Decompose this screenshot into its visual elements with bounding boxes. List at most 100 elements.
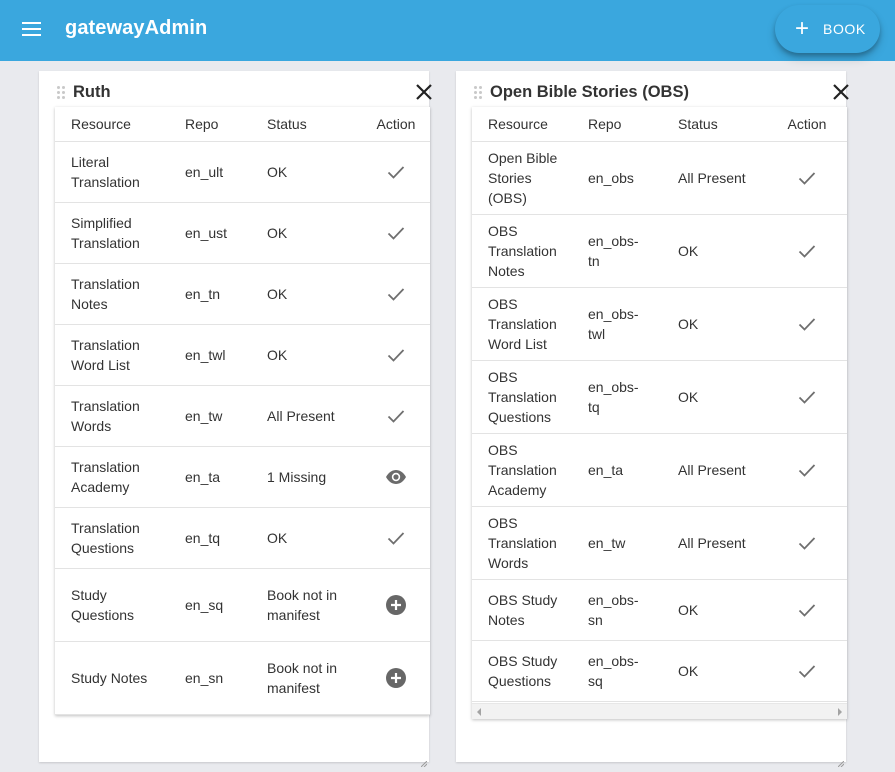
repo-cell: en_ult — [185, 141, 267, 203]
repo-cell: en_tn — [185, 263, 267, 325]
plus-circle-icon[interactable] — [385, 594, 407, 616]
resource-cell: Study Notes — [55, 641, 185, 715]
status-cell: All Present — [678, 141, 767, 215]
resource-cell: OBS Translation Word List — [472, 287, 588, 361]
table-row: Simplified Translation en_ust OK — [55, 202, 430, 264]
repo-cell: en_tq — [185, 507, 267, 569]
status-cell: OK — [678, 579, 767, 641]
repo-cell: en_obs-sq — [588, 640, 678, 702]
repo-cell: en_obs — [588, 141, 678, 215]
resource-cell: Literal Translation — [55, 141, 185, 203]
table-row: OBS Study Questions en_obs-sq OK — [472, 640, 847, 702]
resource-cell: Translation Notes — [55, 263, 185, 325]
status-cell: OK — [267, 324, 362, 386]
resource-table: Resource Repo Status Action Literal Tran… — [55, 107, 430, 715]
table-row: OBS Translation Notes en_obs-tn OK — [472, 214, 847, 288]
check-icon[interactable] — [796, 459, 818, 481]
horizontal-scrollbar[interactable] — [472, 703, 847, 719]
check-icon[interactable] — [385, 527, 407, 549]
repo-cell: en_obs-tq — [588, 360, 678, 434]
action-cell — [362, 202, 430, 264]
resource-cell: Translation Academy — [55, 446, 185, 508]
table-header-row: Resource Repo Status Action — [472, 107, 847, 142]
resource-cell: OBS Study Questions — [472, 640, 588, 702]
check-icon[interactable] — [385, 344, 407, 366]
table-row: Translation Academy en_ta 1 Missing — [55, 446, 430, 508]
check-icon[interactable] — [385, 222, 407, 244]
check-icon[interactable] — [796, 167, 818, 189]
table-row: Open Bible Stories (OBS) en_obs All Presen… — [472, 141, 847, 215]
resource-cell: OBS Translation Words — [472, 506, 588, 580]
table-row: OBS Translation Academy en_ta All Present — [472, 433, 847, 507]
resource-cell: Translation Word List — [55, 324, 185, 386]
check-icon[interactable] — [796, 599, 818, 621]
action-cell — [767, 141, 847, 215]
repo-cell: en_obs-tn — [588, 214, 678, 288]
status-cell: OK — [678, 287, 767, 361]
resize-handle[interactable] — [837, 754, 845, 768]
add-book-button[interactable]: + BOOK — [775, 5, 880, 53]
book-card-ruth: Ruth Resource Repo Status Action Literal… — [39, 71, 432, 768]
check-icon[interactable] — [796, 532, 818, 554]
repo-cell: en_sq — [185, 568, 267, 642]
table-row: Study Questions en_sq Book not in manifest — [55, 568, 430, 642]
status-cell: OK — [678, 214, 767, 288]
check-icon[interactable] — [385, 161, 407, 183]
action-cell — [767, 360, 847, 434]
status-cell: OK — [267, 141, 362, 203]
action-cell — [362, 446, 430, 508]
table-row: Literal Translation en_ult OK — [55, 141, 430, 203]
repo-cell: en_twl — [185, 324, 267, 386]
header-action: Action — [362, 107, 430, 142]
header-resource: Resource — [472, 107, 588, 142]
scroll-left-icon[interactable] — [477, 708, 481, 716]
close-icon[interactable] — [414, 82, 434, 102]
header-repo: Repo — [588, 107, 678, 142]
resource-cell: Translation Questions — [55, 507, 185, 569]
table-row: Translation Word List en_twl OK — [55, 324, 430, 386]
book-card-obs: Open Bible Stories (OBS) Resource Repo S… — [456, 71, 849, 768]
repo-cell: en_ta — [588, 433, 678, 507]
status-cell: 1 Missing — [267, 446, 362, 508]
plus-circle-icon[interactable] — [385, 667, 407, 689]
action-cell — [767, 214, 847, 288]
scroll-right-icon[interactable] — [838, 708, 842, 716]
check-icon[interactable] — [385, 283, 407, 305]
table-row: OBS Study Notes en_obs-sn OK — [472, 579, 847, 641]
repo-cell: en_ust — [185, 202, 267, 264]
resource-cell: Translation Words — [55, 385, 185, 447]
resource-table: Resource Repo Status Action Open Bible S… — [472, 107, 847, 719]
drag-handle-icon[interactable] — [57, 86, 67, 100]
repo-cell: en_ta — [185, 446, 267, 508]
action-cell — [362, 507, 430, 569]
check-icon[interactable] — [385, 405, 407, 427]
status-cell: All Present — [267, 385, 362, 447]
header-resource: Resource — [55, 107, 185, 142]
add-book-label: BOOK — [823, 21, 866, 37]
action-cell — [362, 641, 430, 715]
close-icon[interactable] — [831, 82, 851, 102]
eye-icon[interactable] — [385, 466, 407, 488]
resource-cell: OBS Translation Notes — [472, 214, 588, 288]
table-row: OBS Translation Questions en_obs-tq OK — [472, 360, 847, 434]
action-cell — [362, 385, 430, 447]
table-row: Study Notes en_sn Book not in manifest — [55, 641, 430, 715]
status-cell: OK — [678, 360, 767, 434]
check-icon[interactable] — [796, 660, 818, 682]
action-cell — [362, 324, 430, 386]
table-row: Translation Questions en_tq OK — [55, 507, 430, 569]
check-icon[interactable] — [796, 240, 818, 262]
action-cell — [767, 287, 847, 361]
action-cell — [362, 141, 430, 203]
check-icon[interactable] — [796, 313, 818, 335]
resize-handle[interactable] — [420, 754, 428, 768]
resource-cell: Simplified Translation — [55, 202, 185, 264]
table-row: Translation Words en_tw All Present — [55, 385, 430, 447]
status-cell: OK — [267, 263, 362, 325]
action-cell — [767, 579, 847, 641]
check-icon[interactable] — [796, 386, 818, 408]
menu-icon[interactable] — [22, 21, 42, 37]
header-repo: Repo — [185, 107, 267, 142]
drag-handle-icon[interactable] — [474, 86, 484, 100]
repo-cell: en_obs-twl — [588, 287, 678, 361]
